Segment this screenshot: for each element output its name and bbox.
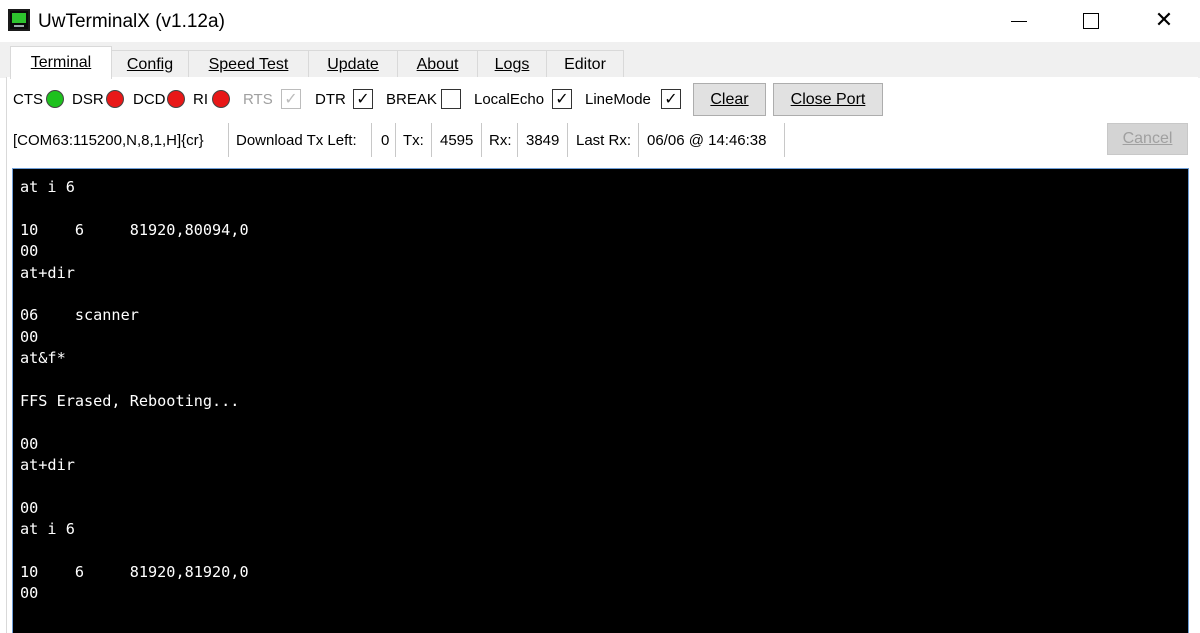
last-rx-value: 06/06 @ 14:46:38	[647, 131, 767, 149]
last-rx-label: Last Rx:	[576, 131, 632, 149]
status-divider	[638, 123, 639, 157]
ri-indicator-icon	[212, 90, 230, 108]
break-checkbox[interactable]	[441, 89, 461, 109]
dcd-indicator-icon	[167, 90, 185, 108]
minimize-icon	[1011, 20, 1027, 22]
dtr-checkbox[interactable]: ✓	[353, 89, 373, 109]
tab-update[interactable]: Update	[308, 50, 398, 78]
break-label: BREAK	[386, 90, 437, 108]
close-window-button[interactable]: ✕	[1128, 0, 1200, 42]
status-divider	[228, 123, 229, 157]
terminal-line: FFS Erased, Rebooting...	[20, 391, 240, 410]
line-mode-label: LineMode	[585, 90, 651, 108]
minimize-button[interactable]	[983, 0, 1055, 42]
tab-logs[interactable]: Logs	[477, 50, 547, 78]
download-tx-left-label: Download Tx Left:	[236, 131, 357, 149]
cts-label: CTS	[13, 90, 43, 108]
terminal-line: at+dir	[20, 263, 75, 282]
tab-terminal[interactable]: Terminal	[10, 46, 112, 79]
terminal-line: 06 scanner	[20, 306, 139, 325]
maximize-button[interactable]	[1055, 0, 1127, 42]
status-divider	[371, 123, 372, 157]
terminal-line: 10 6 81920,81920,0	[20, 563, 249, 582]
terminal-line: at i 6	[20, 178, 75, 196]
status-divider	[517, 123, 518, 157]
window-title: UwTerminalX (v1.12a)	[38, 11, 225, 32]
terminal-app-icon[interactable]	[8, 9, 30, 31]
terminal-line: 10 6 81920,80094,0	[20, 220, 249, 239]
status-divider	[431, 123, 432, 157]
status-divider	[784, 123, 785, 157]
local-echo-checkbox[interactable]: ✓	[552, 89, 572, 109]
tx-value: 4595	[440, 131, 474, 149]
terminal-line: 00	[20, 327, 39, 346]
rx-label: Rx:	[489, 131, 512, 149]
ri-label: RI	[193, 90, 208, 108]
tab-editor[interactable]: Editor	[546, 50, 624, 78]
port-settings: [COM63:115200,N,8,1,H]{cr}	[13, 131, 204, 149]
tab-speed-test[interactable]: Speed Test	[188, 50, 309, 78]
dcd-label: DCD	[133, 90, 166, 108]
rts-label: RTS	[243, 90, 273, 108]
line-mode-checkbox[interactable]: ✓	[661, 89, 681, 109]
close-port-button[interactable]: Close Port	[773, 83, 883, 116]
terminal-line: 00	[20, 434, 39, 453]
terminal-line: at+dir	[20, 456, 75, 475]
cts-indicator-icon	[46, 90, 64, 108]
terminal-line: 00	[20, 498, 39, 517]
tab-config[interactable]: Config	[111, 50, 189, 78]
maximize-icon	[1083, 13, 1099, 29]
terminal-output[interactable]: at i 6 10 6 81920,80094,0 00 at+dir 06 s…	[12, 168, 1189, 633]
terminal-line: at i 6	[20, 520, 75, 539]
terminal-line: 00	[20, 584, 39, 603]
terminal-line: at&f*	[20, 349, 66, 368]
cancel-button[interactable]: Cancel	[1107, 123, 1188, 155]
tab-about[interactable]: About	[397, 50, 478, 78]
dsr-label: DSR	[72, 90, 104, 108]
tab-bar: Terminal Config Speed Test Update About …	[0, 42, 1200, 79]
status-divider	[395, 123, 396, 157]
status-divider	[481, 123, 482, 157]
dtr-label: DTR	[315, 90, 346, 108]
close-icon: ✕	[1154, 8, 1174, 33]
download-tx-left-value: 0	[381, 131, 390, 149]
terminal-line: 00	[20, 242, 39, 261]
clear-button[interactable]: Clear	[693, 83, 766, 116]
dsr-indicator-icon	[106, 90, 124, 108]
rx-value: 3849	[526, 131, 560, 149]
status-divider	[567, 123, 568, 157]
title-bar: UwTerminalX (v1.12a) ✕	[0, 0, 1200, 42]
tx-label: Tx:	[403, 131, 424, 149]
rts-checkbox[interactable]: ✓	[281, 89, 301, 109]
local-echo-label: LocalEcho	[474, 90, 545, 108]
